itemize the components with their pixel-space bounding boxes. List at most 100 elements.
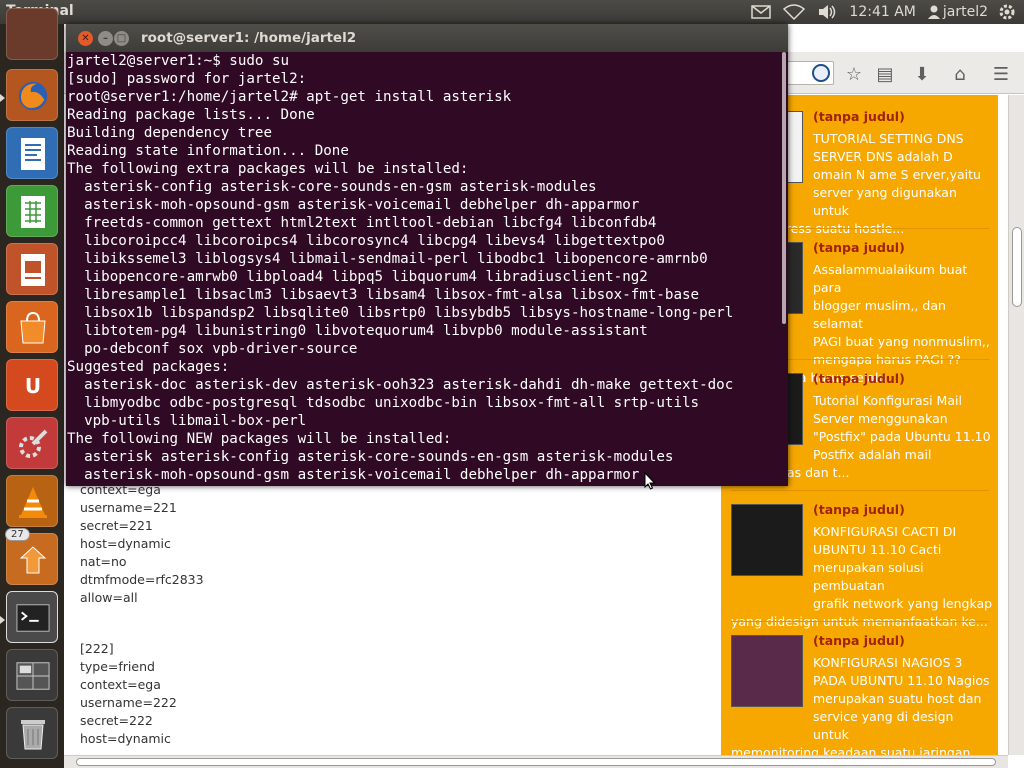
- snippet-line: blogger muslim,, dan selamat: [813, 298, 946, 331]
- terminal-title: root@server1: /home/jartel2: [141, 30, 357, 46]
- vlc-icon[interactable]: [6, 475, 58, 527]
- close-button[interactable]: ✕: [78, 31, 93, 46]
- post-line: dtmfmode=rfc2833: [80, 572, 204, 587]
- volume-icon[interactable]: [817, 4, 837, 20]
- firefox-icon[interactable]: [6, 69, 58, 121]
- system-tray: 12:41 AM jartel2: [751, 0, 1024, 24]
- terminal-line: asterisk asterisk-config asterisk-core-s…: [67, 449, 674, 465]
- snippet-line: KONFIGURASI CACTI DI: [813, 524, 957, 539]
- scrollbar-thumb[interactable]: [76, 758, 996, 766]
- snippet-line: UBUNTU 11.10 Cacti: [813, 542, 942, 557]
- post-line: type=friend: [80, 659, 155, 674]
- user-menu[interactable]: jartel2: [927, 4, 988, 20]
- impress-icon[interactable]: [6, 243, 58, 295]
- snippet-line: SERVER DNS adalah D: [813, 149, 953, 164]
- snippet-line: Postfix adalah mail: [813, 447, 932, 462]
- scrollbar-thumb[interactable]: [1012, 227, 1022, 307]
- post-title[interactable]: (tanpa judul): [813, 502, 905, 517]
- bookmark-star-icon[interactable]: ☆: [843, 64, 865, 85]
- post-line: secret=222: [80, 713, 153, 728]
- terminal-line: asterisk-moh-opsound-gsm asterisk-voicem…: [67, 467, 640, 483]
- running-indicator: [0, 94, 5, 102]
- terminal-line: libcoroipcc4 libcoroipcs4 libcorosync4 l…: [67, 233, 665, 249]
- sidebar-post[interactable]: (tanpa judul) KONFIGURASI CACTI DI UBUNT…: [731, 502, 993, 629]
- bookmarks-list-icon[interactable]: ▤: [874, 64, 896, 85]
- terminal-line: libsox1b libspandsp2 libsqlite0 libsrtp0…: [67, 305, 734, 321]
- ubuntu-one-icon[interactable]: U: [6, 359, 58, 411]
- post-snippet: TUTORIAL SETTING DNS SERVER DNS adalah D…: [731, 130, 993, 238]
- menu-icon[interactable]: ☰: [990, 64, 1012, 85]
- post-title[interactable]: (tanpa judul): [813, 371, 905, 386]
- clock[interactable]: 12:41 AM: [849, 4, 915, 20]
- snippet-line: Server menggunakan: [813, 411, 948, 426]
- post-line: nat=no: [80, 554, 127, 569]
- post-line: username=222: [80, 695, 177, 710]
- terminal-line: vpb-utils libmail-box-perl: [67, 413, 307, 429]
- terminal-scrollbar[interactable]: [782, 52, 786, 324]
- system-settings-icon[interactable]: [6, 417, 58, 469]
- terminal-line: The following NEW packages will be insta…: [67, 431, 452, 447]
- post-title[interactable]: (tanpa judul): [813, 633, 905, 648]
- divider: [731, 621, 989, 622]
- post-title[interactable]: (tanpa judul): [813, 240, 905, 255]
- mail-icon[interactable]: [751, 5, 772, 19]
- snippet-line: merupakan solusi pembuatan: [813, 560, 924, 593]
- snippet-line: grafik network yang lengkap: [813, 596, 993, 611]
- sidebar-post[interactable]: (tanpa judul) KONFIGURASI NAGIOS 3 PADA …: [731, 633, 993, 760]
- post-line: username=221: [80, 500, 177, 515]
- software-center-icon[interactable]: [6, 301, 58, 353]
- snippet-line: server yang digunakan untuk: [813, 185, 957, 218]
- snippet-line: Tutorial Konfigurasi Mail: [813, 393, 962, 408]
- trash-icon[interactable]: [6, 707, 58, 759]
- terminal-line: asterisk-config asterisk-core-sounds-en-…: [67, 179, 597, 195]
- maximize-button[interactable]: □: [114, 31, 129, 46]
- calc-icon[interactable]: [6, 185, 58, 237]
- vertical-scrollbar[interactable]: [1008, 95, 1024, 755]
- terminal-line: Reading package lists... Done: [67, 107, 315, 123]
- divider: [731, 490, 989, 491]
- snippet-line: Assalammualaikum buat para: [813, 262, 968, 295]
- terminal-line: Reading state information... Done: [67, 143, 349, 159]
- search-icon[interactable]: [812, 64, 830, 82]
- launcher-item-top[interactable]: [6, 8, 58, 60]
- unity-launcher: U 27: [0, 8, 64, 768]
- post-snippet: KONFIGURASI CACTI DI UBUNTU 11.10 Cacti …: [731, 523, 993, 631]
- snippet-line: mengapa harus PAGI ??: [813, 352, 961, 367]
- wifi-icon[interactable]: [783, 4, 806, 20]
- terminal-line: libmyodbc odbc-postgresql tdsodbc unixod…: [67, 395, 700, 411]
- user-icon: [927, 5, 940, 19]
- running-indicator: [0, 616, 5, 624]
- terminal-line: [sudo] password for jartel2:: [67, 71, 307, 87]
- terminal-line: root@server1:/home/jartel2# apt-get inst…: [67, 89, 512, 105]
- terminal-titlebar[interactable]: ✕ – □ root@server1: /home/jartel2: [66, 24, 788, 52]
- update-manager-icon[interactable]: 27: [5, 528, 58, 585]
- post-line: allow=all: [80, 590, 138, 605]
- writer-icon[interactable]: [6, 127, 58, 179]
- minimize-button[interactable]: –: [98, 31, 113, 46]
- post-title[interactable]: (tanpa judul): [813, 109, 905, 124]
- snippet-line: merupakan suatu host dan: [813, 691, 982, 706]
- terminal-line: asterisk-moh-opsound-gsm asterisk-voicem…: [67, 197, 640, 213]
- post-snippet: KONFIGURASI NAGIOS 3 PADA UBUNTU 11.10 N…: [731, 654, 993, 762]
- post-line: host=dynamic: [80, 536, 171, 551]
- snippet-line: omain N ame S erver,yaitu: [813, 167, 981, 182]
- terminal-line: jartel2@server1:~$ sudo su: [67, 53, 290, 69]
- post-line: secret=221: [80, 518, 153, 533]
- terminal-output[interactable]: jartel2@server1:~$ sudo su [sudo] passwo…: [67, 52, 779, 486]
- terminal-line: libresample1 libsaclm3 libsaevt3 libsam4…: [67, 287, 700, 303]
- workspace-switcher-icon[interactable]: [6, 649, 58, 701]
- horizontal-scrollbar[interactable]: [64, 755, 1008, 768]
- terminal-icon[interactable]: [6, 591, 58, 643]
- terminal-line: Suggested packages:: [67, 359, 230, 375]
- home-icon[interactable]: ⌂: [949, 64, 971, 85]
- post-thumbnail[interactable]: [731, 504, 803, 576]
- terminal-line: po-debconf sox vpb-driver-source: [67, 341, 358, 357]
- gear-icon[interactable]: [998, 3, 1016, 21]
- snippet-line: KONFIGURASI NAGIOS 3: [813, 655, 963, 670]
- terminal-window[interactable]: ✕ – □ root@server1: /home/jartel2 jartel…: [66, 24, 788, 490]
- post-thumbnail[interactable]: [731, 635, 803, 707]
- snippet-line: yang didesign untuk memanfaatkan ke...: [731, 614, 988, 629]
- snippet-line: PADA UBUNTU 11.10 Nagios: [813, 673, 990, 688]
- downloads-icon[interactable]: ⬇: [911, 64, 933, 85]
- snippet-line: PAGI buat yang nonmuslim,,: [813, 334, 990, 349]
